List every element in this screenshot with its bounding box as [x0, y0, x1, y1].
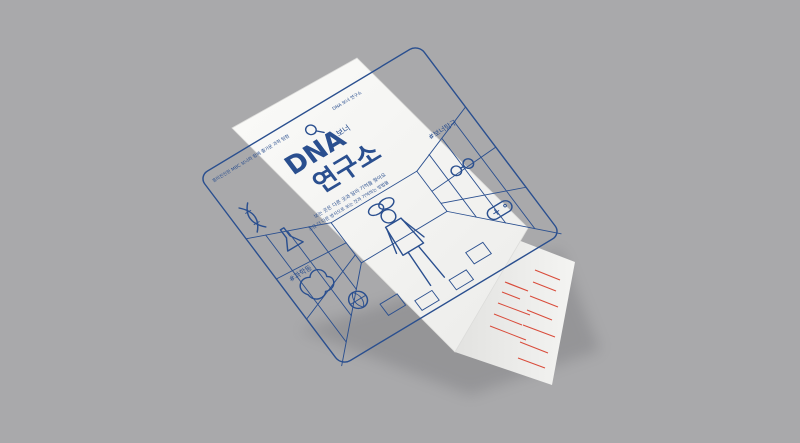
dna-icon [238, 202, 267, 233]
brochure-photo: DNA 보너 연구소 보는 곳은 다른 곳과 달라 기억을 찾아요 조금 더 다… [0, 0, 800, 443]
brochure-mockup: DNA 보너 연구소 보는 곳은 다른 곳과 달라 기억을 찾아요 조금 더 다… [202, 47, 600, 395]
basketball-icon [347, 290, 369, 310]
flask-icon [279, 227, 304, 252]
